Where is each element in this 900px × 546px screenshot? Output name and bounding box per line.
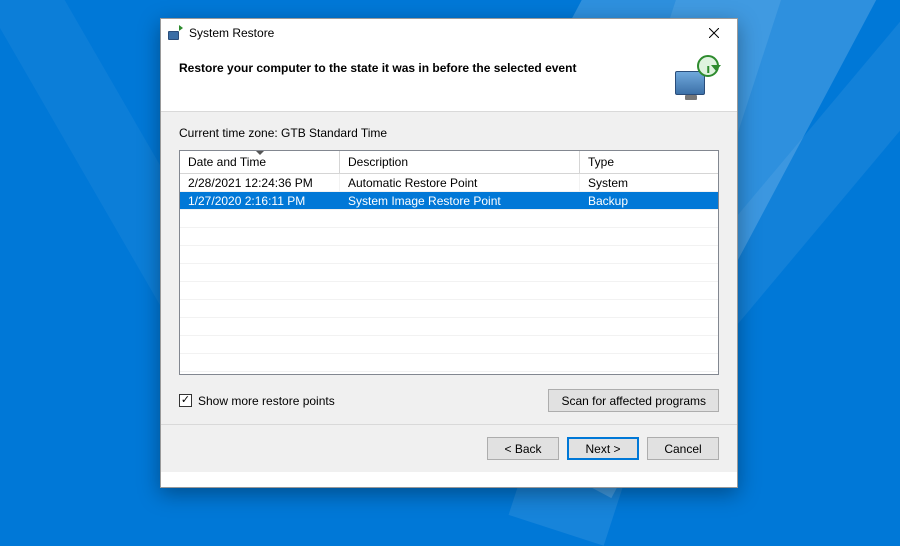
close-button[interactable] [693,19,735,47]
empty-row [180,264,718,282]
system-restore-dialog: System Restore Restore your computer to … [160,18,738,488]
empty-row [180,336,718,354]
dialog-heading: Restore your computer to the state it wa… [179,61,661,75]
dialog-body: Current time zone: GTB Standard Time Dat… [161,111,737,424]
titlebar[interactable]: System Restore [161,19,737,47]
cancel-button[interactable]: Cancel [647,437,719,460]
restore-hero-icon [671,55,719,97]
checkbox-icon: ✓ [179,394,192,407]
column-header-type[interactable]: Type [580,151,718,174]
empty-row [180,228,718,246]
empty-row [180,210,718,228]
cell-type: Backup [580,192,718,209]
dialog-footer: < Back Next > Cancel [161,424,737,472]
column-header-date-label: Date and Time [188,155,266,169]
scan-affected-button[interactable]: Scan for affected programs [548,389,719,412]
column-header-date[interactable]: Date and Time [180,151,340,174]
cell-description: System Image Restore Point [340,192,580,209]
system-restore-icon [167,25,183,41]
back-button[interactable]: < Back [487,437,559,460]
cell-type: System [580,174,718,191]
column-header-description[interactable]: Description [340,151,580,174]
show-more-label: Show more restore points [198,394,335,408]
empty-row [180,282,718,300]
table-row[interactable]: 1/27/2020 2:16:11 PMSystem Image Restore… [180,192,718,210]
empty-row [180,318,718,336]
table-row[interactable]: 2/28/2021 12:24:36 PMAutomatic Restore P… [180,174,718,192]
cell-date: 2/28/2021 12:24:36 PM [180,174,340,191]
close-icon [709,28,719,38]
empty-row [180,354,718,372]
show-more-checkbox[interactable]: ✓ Show more restore points [179,394,335,408]
empty-row [180,246,718,264]
cell-description: Automatic Restore Point [340,174,580,191]
restore-points-list[interactable]: Date and Time Description Type 2/28/2021… [179,150,719,375]
cell-date: 1/27/2020 2:16:11 PM [180,192,340,209]
empty-row [180,300,718,318]
list-rows: 2/28/2021 12:24:36 PMAutomatic Restore P… [180,174,718,372]
timezone-label: Current time zone: GTB Standard Time [179,126,719,140]
window-title: System Restore [189,26,274,40]
list-header: Date and Time Description Type [180,151,718,174]
dialog-header: Restore your computer to the state it wa… [161,47,737,111]
sort-desc-icon [256,151,264,155]
next-button[interactable]: Next > [567,437,639,460]
